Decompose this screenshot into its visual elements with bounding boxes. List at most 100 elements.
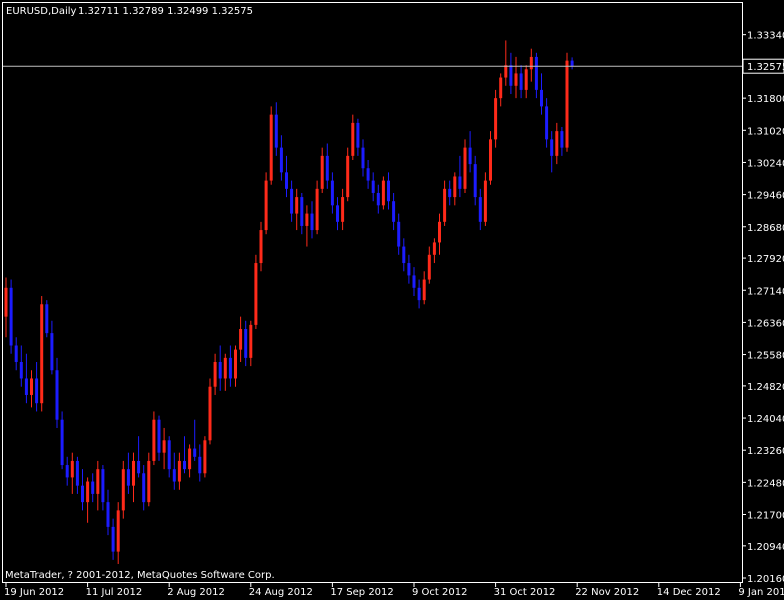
candle-body (198, 456, 202, 474)
candle (381, 176, 385, 210)
candle-body (14, 345, 18, 362)
x-tick-label: 9 Jan 2013 (738, 587, 784, 598)
candlestick-chart: 1.32575 1.33340 1.31800 1.31020 1.30240 1.29… (0, 0, 784, 600)
x-tick-label: 11 Jul 2012 (86, 587, 143, 598)
current-price-label: 1.32575 (747, 62, 784, 73)
candle-body (126, 469, 130, 486)
candle-body (50, 333, 54, 371)
candle-body (254, 263, 258, 325)
y-tick-label: 1.22480 (747, 478, 784, 489)
candle-body (249, 324, 253, 358)
candle-body (70, 460, 74, 478)
candle-body (570, 60, 574, 67)
x-tick-label: 9 Oct 2012 (412, 587, 467, 598)
candle (565, 52, 569, 152)
candle-body (534, 56, 538, 90)
candle-body (371, 180, 375, 193)
y-tick-label: 1.24040 (747, 414, 784, 425)
candle-body (152, 419, 156, 461)
candle-body (106, 502, 110, 527)
candle-body (341, 197, 345, 222)
candle-body (244, 329, 248, 358)
candle-body (259, 230, 263, 264)
candle (121, 460, 125, 519)
x-tick-label: 24 Aug 2012 (249, 587, 313, 598)
candle-body (387, 180, 390, 202)
candle-body (489, 139, 492, 181)
candle-body (325, 155, 329, 181)
candle-body (315, 188, 319, 231)
candle-body (320, 155, 324, 189)
candle-body (366, 168, 370, 181)
candle (45, 300, 49, 338)
candle-body (509, 65, 513, 86)
y-tick-label: 1.31020 (747, 126, 784, 137)
candle-body (111, 526, 115, 552)
candle-body (172, 469, 176, 482)
x-tick-label: 17 Sep 2012 (330, 587, 393, 598)
candle-body (223, 357, 227, 379)
candle-body (463, 147, 467, 189)
candle-body (30, 378, 33, 395)
candle-body (142, 473, 146, 503)
candle-body (529, 56, 533, 70)
candle-body (24, 378, 28, 395)
candle-body (167, 440, 171, 470)
candle-body (351, 122, 355, 156)
candle-body (132, 460, 135, 486)
candle-body (478, 197, 482, 222)
candle-body (432, 242, 436, 255)
candle-body (264, 180, 268, 231)
candle-body (121, 469, 125, 511)
x-tick-label: 14 Dec 2012 (657, 587, 721, 598)
y-tick-label: 1.21700 (747, 511, 784, 522)
candle-body (402, 246, 406, 264)
y-tick-label: 1.28680 (747, 223, 784, 234)
x-tick-label: 2 Aug 2012 (167, 587, 225, 598)
candle (208, 378, 212, 445)
candle-body (40, 304, 44, 404)
x-tick-label: 22 Nov 2012 (575, 587, 639, 598)
y-tick-label: 1.31800 (747, 94, 784, 105)
candle-body (545, 106, 549, 140)
candle-body (75, 460, 79, 486)
candle-body (443, 188, 447, 222)
candle-body (376, 192, 380, 206)
candle-body (193, 448, 197, 457)
ohlc-readout: 1.32711 1.32789 1.32499 1.32575 (78, 6, 253, 17)
candle-body (519, 73, 523, 90)
candle-body (417, 287, 421, 301)
y-tick-label: 1.30240 (747, 158, 784, 169)
candle-body (422, 279, 426, 301)
y-tick-label: 1.20940 (747, 542, 784, 553)
x-tick-label: 19 Jun 2012 (4, 587, 64, 598)
candle-body (300, 197, 304, 226)
x-tick-label: 31 Oct 2012 (494, 587, 556, 598)
candle-body (494, 98, 498, 140)
candle-body (330, 180, 334, 206)
candle-body (35, 378, 39, 404)
candle (269, 106, 273, 185)
candle-body (295, 197, 299, 214)
symbol-label: EURUSD,Daily (6, 6, 77, 17)
candle-body (65, 465, 69, 478)
candle-body (285, 172, 288, 189)
chart-background (0, 0, 784, 600)
candle-body (208, 386, 212, 441)
candle-body (9, 287, 13, 346)
candle (254, 254, 258, 330)
candle (60, 411, 64, 470)
candle (9, 279, 13, 354)
candle-body (555, 131, 559, 156)
candle-body (239, 329, 243, 350)
candle-body (269, 114, 273, 181)
candle-body (473, 164, 477, 198)
candle-body (550, 139, 554, 156)
candle-body (234, 349, 237, 379)
candle-body (177, 460, 181, 482)
candle (494, 89, 498, 148)
y-tick-label: 1.27920 (747, 254, 784, 265)
candle-body (407, 263, 411, 276)
candle-body (4, 287, 8, 317)
candle-body (290, 188, 294, 214)
